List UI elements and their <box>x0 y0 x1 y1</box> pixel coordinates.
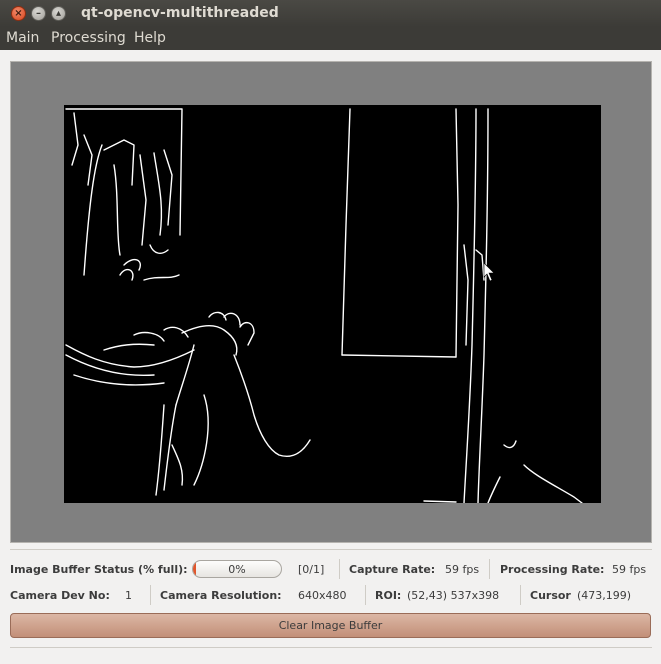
roi-label: ROI: <box>375 589 402 602</box>
image-buffer-progress-text: 0% <box>228 563 246 576</box>
capture-rate-value: 59 fps <box>445 563 480 576</box>
status-divider <box>365 585 366 605</box>
image-buffer-count: [0/1] <box>298 563 325 576</box>
status-divider <box>489 559 490 579</box>
camera-resolution-label: Camera Resolution: <box>160 589 282 602</box>
maximize-window-icon[interactable]: ▴ <box>51 6 66 21</box>
cursor-label: Cursor <box>530 589 571 602</box>
status-divider <box>520 585 521 605</box>
processing-rate-value: 59 fps <box>612 563 647 576</box>
status-separator-top <box>10 549 652 550</box>
camera-dev-label: Camera Dev No: <box>10 589 110 602</box>
clear-image-buffer-button[interactable]: Clear Image Buffer <box>10 613 651 638</box>
cursor-value: (473,199) <box>577 589 632 602</box>
status-divider <box>339 559 340 579</box>
menu-bar: Main Processing Help <box>0 27 661 50</box>
status-divider <box>150 585 151 605</box>
minimize-window-icon[interactable]: – <box>31 6 46 21</box>
camera-dev-value: 1 <box>125 589 132 602</box>
video-frame-panel <box>10 61 652 543</box>
video-frame[interactable] <box>64 105 601 503</box>
image-buffer-progress: 0% <box>192 560 282 578</box>
roi-value: (52,43) 537x398 <box>407 589 500 602</box>
menu-processing[interactable]: Processing <box>51 30 126 46</box>
camera-resolution-value: 640x480 <box>298 589 347 602</box>
menu-main[interactable]: Main <box>6 30 39 46</box>
status-separator-bottom <box>10 647 652 648</box>
edge-detection-image <box>65 108 583 503</box>
image-buffer-status-label: Image Buffer Status (% full): <box>10 563 188 576</box>
processing-rate-label: Processing Rate: <box>500 563 605 576</box>
menu-help[interactable]: Help <box>134 30 166 46</box>
title-bar: × – ▴ qt-opencv-multithreaded <box>0 0 661 27</box>
close-window-icon[interactable]: × <box>11 6 26 21</box>
window-title: qt-opencv-multithreaded <box>81 5 279 21</box>
capture-rate-label: Capture Rate: <box>349 563 436 576</box>
